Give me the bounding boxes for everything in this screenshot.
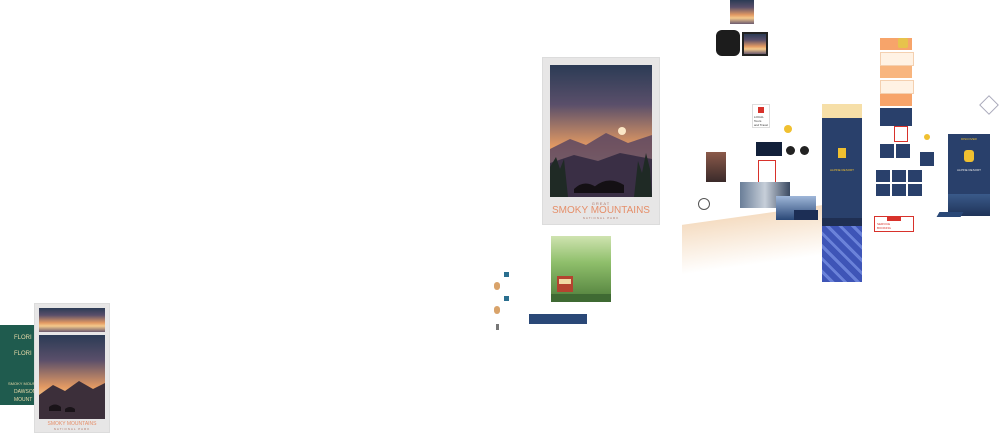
landscape-strip[interactable] [529,314,587,324]
main-poster-title: SMOKY MOUNTAINS [552,205,650,216]
grid-tile [896,144,910,158]
red-logo-icon [758,107,764,113]
small-poster-subtitle: NATIONAL PARK [53,427,91,431]
grid-tile [880,144,894,158]
grid-tile [920,152,934,166]
right-banner-text: DISCOVER [961,137,977,141]
small-poster[interactable]: SMOKY MOUNTAINS NATIONAL PARK [34,303,110,433]
service-banner[interactable]: SERVICE BOOKING [874,216,914,232]
banner-text: ALPINE RESORT [830,168,854,172]
dark-card[interactable] [756,142,782,156]
brochure-page [880,108,912,126]
brochure-page [880,66,912,78]
teal-square-icon [504,296,509,301]
green-panel-line: FLORI [14,351,32,357]
small-yellow-icon [924,134,930,140]
small-poster-art [39,335,105,419]
brochure-page [880,52,914,66]
photo-collage[interactable] [706,152,726,182]
green-panel-line: FLORI [14,335,32,341]
logo-badge-icon [898,38,908,48]
banner-navy-section: ALPINE RESORT [822,118,862,218]
grid-tile [876,184,890,196]
main-poster-subtitle: NATIONAL PARK [582,216,620,220]
diamond-pattern-icon [979,95,999,115]
brochure-page [880,94,912,106]
banner-pattern [822,226,862,282]
grid-tile [892,170,906,182]
camera-device-image[interactable] [712,26,768,64]
icon-column [492,272,510,332]
red-tile[interactable] [758,160,776,184]
small-figure-icon [496,324,499,330]
figure-icon [494,306,500,314]
sunset-thumbnail[interactable] [730,0,754,24]
black-emblem-icon [800,146,809,155]
circle-stamp-icon [698,198,710,210]
banner-top [822,104,862,118]
main-poster-art [550,65,652,197]
navy-strip[interactable] [794,210,818,220]
navy-tile-grid[interactable] [876,144,936,204]
gold-emblem-icon [964,150,974,162]
wave-accent [936,212,964,217]
forest-illustration[interactable] [551,236,611,302]
tall-banner-column[interactable]: ALPINE RESORT [822,104,862,282]
grid-tile [908,170,922,182]
right-banner[interactable]: DISCOVER ALPINE RESORT [948,134,990,216]
banner-red-bar [887,217,901,221]
service-line: BOOKING [877,226,892,230]
brochure-page [880,80,914,94]
screen-preview [742,32,768,56]
grid-tile [908,184,922,196]
main-poster[interactable]: GREAT SMOKY MOUNTAINS NATIONAL PARK [542,57,660,225]
grid-tile [876,170,890,182]
badge-line: and Travel [754,123,769,127]
green-panel-line: DAWSON [14,389,37,395]
figure-icon [494,282,500,290]
green-panel-line: MOUNT [14,397,33,403]
orange-brochure-stack[interactable] [880,38,914,126]
tours-badge-card[interactable]: LOCAL Tours and Travel [752,104,770,128]
small-poster-strip [39,308,105,332]
trophy-icon [838,148,846,158]
grid-tile [892,184,906,196]
mountain-silhouette-icon [39,381,105,419]
camera-icon [716,30,740,56]
black-emblem-icon [786,146,795,155]
small-red-card[interactable] [894,126,908,142]
teal-square-icon [504,272,509,277]
tram-icon [551,276,611,302]
banner-text-block [822,218,862,226]
right-banner-sub: ALPINE RESORT [957,168,981,172]
yellow-emblem-icon [784,125,792,133]
mountain-landscape-icon [550,127,652,197]
